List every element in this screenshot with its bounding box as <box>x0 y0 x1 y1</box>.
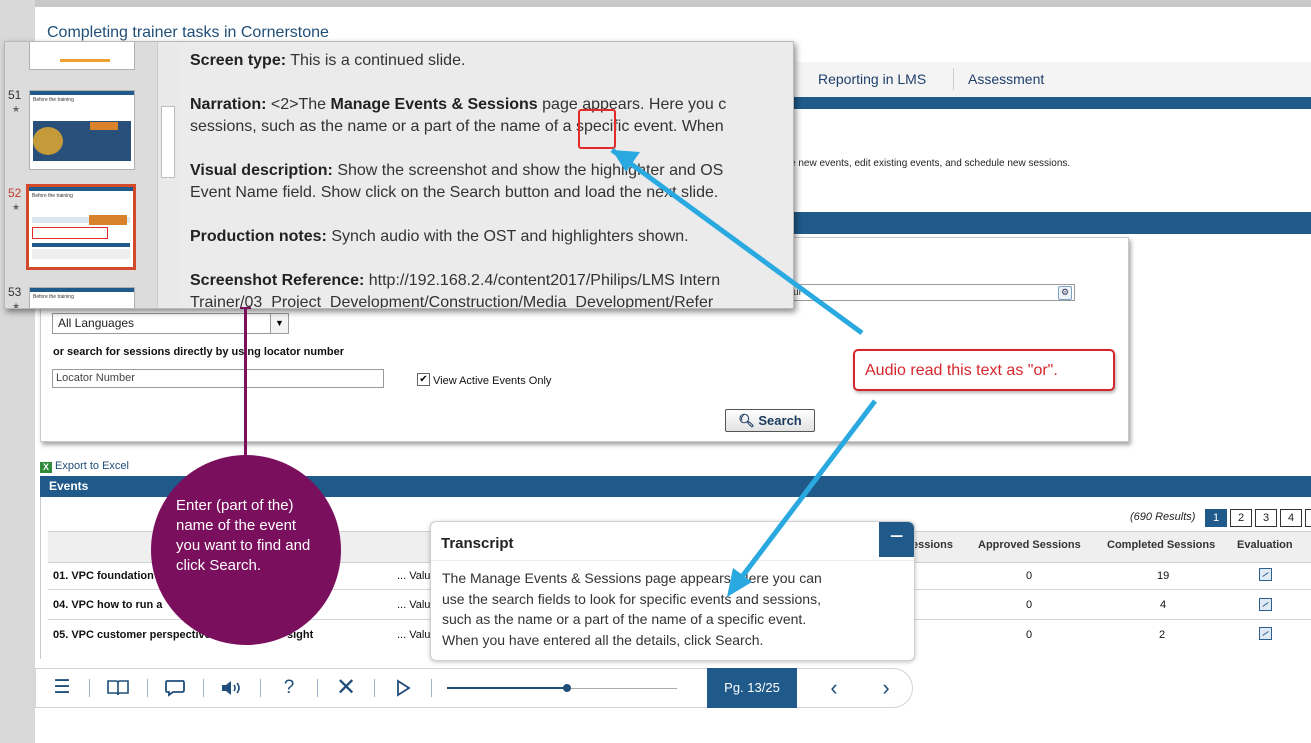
review-callout: Audio read this text as "or". <box>853 349 1115 391</box>
arrow-to-transcript <box>733 399 877 588</box>
arrow-to-notes <box>610 147 864 336</box>
